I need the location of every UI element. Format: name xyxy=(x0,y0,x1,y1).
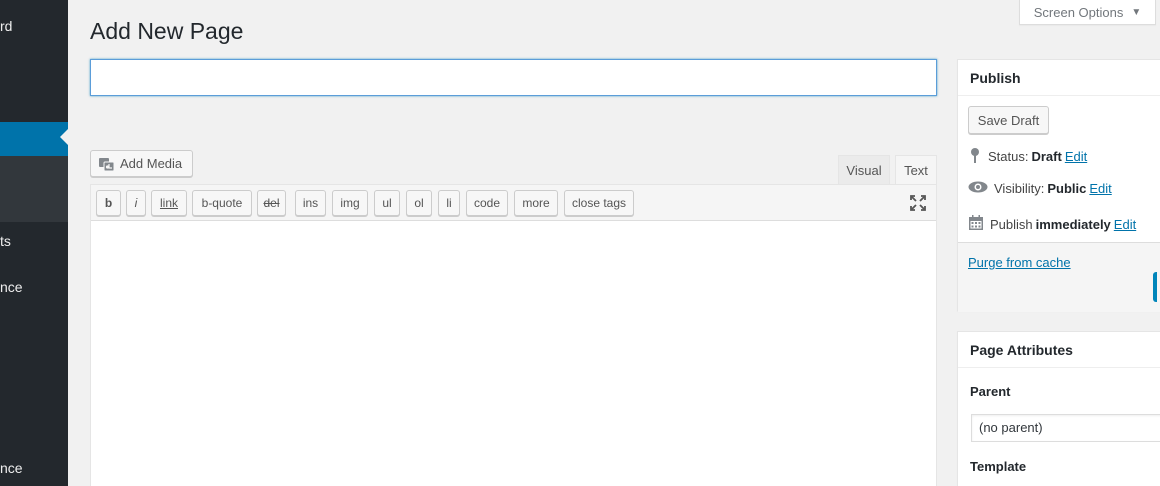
publish-box: Publish Save Draft Status: Draft Edit Visi… xyxy=(957,59,1160,312)
calendar-icon xyxy=(968,215,984,234)
visibility-label: Visibility: xyxy=(994,181,1045,196)
add-media-button[interactable]: Add Media xyxy=(90,150,193,177)
menu-item-dashboard[interactable]: rd xyxy=(0,18,12,34)
page-attributes-title: Page Attributes xyxy=(958,332,1160,368)
quicktag-img-button[interactable]: img xyxy=(332,190,368,216)
add-media-label: Add Media xyxy=(120,156,183,171)
visibility-row: Visibility: Public Edit xyxy=(968,181,1112,196)
parent-label: Parent xyxy=(970,384,1011,399)
editor-area[interactable]: b i link b-quote del ins img ul ol li co… xyxy=(90,184,937,486)
quicktag-bquote-button[interactable]: b-quote xyxy=(192,190,252,216)
save-draft-button[interactable]: Save Draft xyxy=(968,106,1049,134)
screen-options-label: Screen Options xyxy=(1033,4,1124,20)
quicktag-code-button[interactable]: code xyxy=(466,190,508,216)
caret-down-icon: ▼ xyxy=(1131,6,1142,18)
publish-label: Publish xyxy=(990,217,1033,232)
status-label: Status: xyxy=(988,149,1029,164)
page-attributes-box: Page Attributes Parent (no parent) Templ… xyxy=(957,331,1160,486)
quicktag-ul-button[interactable]: ul xyxy=(374,190,400,216)
title-input[interactable] xyxy=(90,59,937,96)
visibility-edit-link[interactable]: Edit xyxy=(1089,181,1111,196)
status-value: Draft xyxy=(1031,149,1062,164)
publish-box-title: Publish xyxy=(958,60,1160,96)
quicktag-more-button[interactable]: more xyxy=(514,190,558,216)
template-label: Template xyxy=(970,459,1027,474)
publish-time-row: Publish immediately Edit xyxy=(968,215,1136,234)
menu-item-appearance[interactable]: nce xyxy=(0,279,23,295)
quicktag-italic-button[interactable]: i xyxy=(126,190,146,216)
parent-select[interactable]: (no parent) xyxy=(971,414,1160,442)
purge-cache-link[interactable]: Purge from cache xyxy=(968,255,1071,270)
page-title: Add New Page xyxy=(90,18,244,44)
status-row: Status: Draft Edit xyxy=(968,147,1087,166)
menu-item-pages-current[interactable] xyxy=(0,122,68,156)
eye-icon xyxy=(968,181,988,196)
screen-options-button[interactable]: Screen Options ▼ xyxy=(1019,0,1156,25)
fullscreen-icon[interactable] xyxy=(910,195,926,211)
publish-value: immediately xyxy=(1035,217,1111,232)
current-menu-arrow xyxy=(60,129,68,145)
quicktag-link-button[interactable]: link xyxy=(151,190,187,216)
status-edit-link[interactable]: Edit xyxy=(1065,149,1087,164)
tab-visual[interactable]: Visual xyxy=(838,155,890,184)
submenu-pages xyxy=(0,156,68,222)
menu-item-performance[interactable]: nce xyxy=(0,460,23,476)
media-icon xyxy=(98,156,115,172)
quicktags-toolbar: b i link b-quote del ins img ul ol li co… xyxy=(91,185,936,221)
tab-text[interactable]: Text xyxy=(895,155,937,184)
menu-item-comments[interactable]: ts xyxy=(0,233,11,249)
publish-time-edit-link[interactable]: Edit xyxy=(1114,217,1136,232)
pin-icon xyxy=(968,147,982,166)
quicktag-bold-button[interactable]: b xyxy=(96,190,121,216)
quicktag-ins-button[interactable]: ins xyxy=(295,190,326,216)
quicktag-del-button[interactable]: del xyxy=(257,190,286,216)
publish-button[interactable] xyxy=(1153,272,1157,302)
quicktag-close-tags-button[interactable]: close tags xyxy=(564,190,634,216)
quicktag-ol-button[interactable]: ol xyxy=(406,190,432,216)
visibility-value: Public xyxy=(1047,181,1087,196)
quicktag-li-button[interactable]: li xyxy=(438,190,460,216)
admin-sidebar: rd ts nce nce xyxy=(0,0,68,486)
publish-actions: Purge from cache xyxy=(958,242,1160,312)
